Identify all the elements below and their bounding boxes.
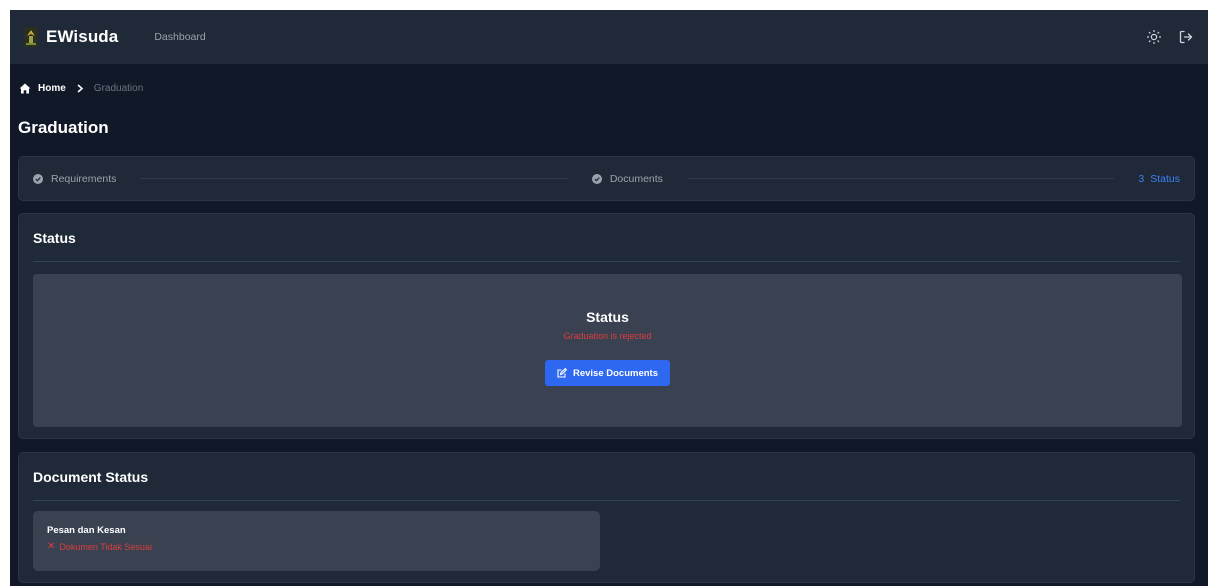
status-message: Graduation is rejected: [563, 331, 652, 341]
step-label: Documents: [609, 172, 663, 185]
document-name: Pesan dan Kesan: [47, 525, 126, 536]
page-title: Graduation: [18, 118, 109, 137]
step-label: Status: [1150, 172, 1181, 185]
breadcrumb-home[interactable]: Home: [38, 83, 66, 94]
step-requirements[interactable]: Requirements: [33, 173, 116, 185]
progress-stepper: Requirements Documents 3 Status: [18, 156, 1195, 201]
navbar-actions: [1144, 27, 1198, 47]
breadcrumb-current: Graduation: [93, 83, 144, 94]
document-status: ✕ Dokumen Tidak Sesuai: [47, 541, 586, 553]
brand-name: EWisuda: [46, 27, 119, 46]
divider: [33, 500, 1180, 501]
nav-link-dashboard[interactable]: Dashboard: [154, 31, 205, 43]
step-number: 3: [1138, 172, 1145, 185]
document-status-card: Document Status Pesan dan Kesan ✕ Dokume…: [18, 452, 1195, 583]
breadcrumb: Home Graduation: [19, 83, 143, 94]
theme-toggle-button[interactable]: [1144, 27, 1164, 47]
top-navbar: EWisuda Dashboard: [10, 10, 1208, 64]
revise-documents-label: Revise Documents: [572, 367, 658, 379]
edit-icon: [557, 368, 567, 378]
divider: [33, 261, 1180, 262]
status-card: Status Status Graduation is rejected Rev…: [18, 213, 1195, 439]
logout-icon: [1179, 30, 1193, 44]
card-title: Document Status: [33, 468, 149, 485]
close-icon: ✕: [47, 541, 56, 552]
chevron-right-icon: [77, 84, 84, 93]
status-panel: Status Graduation is rejected Revise Doc…: [33, 274, 1182, 427]
check-circle-icon: [591, 173, 602, 184]
sun-icon: [1147, 30, 1161, 44]
graduation-logo-icon: [24, 27, 38, 47]
revise-documents-button[interactable]: Revise Documents: [544, 360, 670, 386]
brand[interactable]: EWisuda: [24, 27, 118, 47]
document-item: Pesan dan Kesan ✕ Dokumen Tidak Sesuai: [33, 511, 600, 571]
step-label: Requirements: [51, 172, 117, 185]
card-title: Status: [33, 229, 76, 246]
step-connector: [140, 178, 568, 179]
step-documents[interactable]: Documents: [591, 172, 663, 185]
document-status-text: Dokumen Tidak Sesuai: [59, 542, 152, 552]
logout-button[interactable]: [1176, 27, 1196, 47]
step-status[interactable]: 3 Status: [1138, 173, 1180, 185]
home-icon: [19, 83, 31, 94]
step-connector: [686, 178, 1115, 179]
app-window: EWisuda Dashboard Home Graduation Gradua…: [10, 10, 1208, 586]
status-title: Status: [586, 309, 629, 325]
check-circle-icon: [33, 173, 43, 184]
